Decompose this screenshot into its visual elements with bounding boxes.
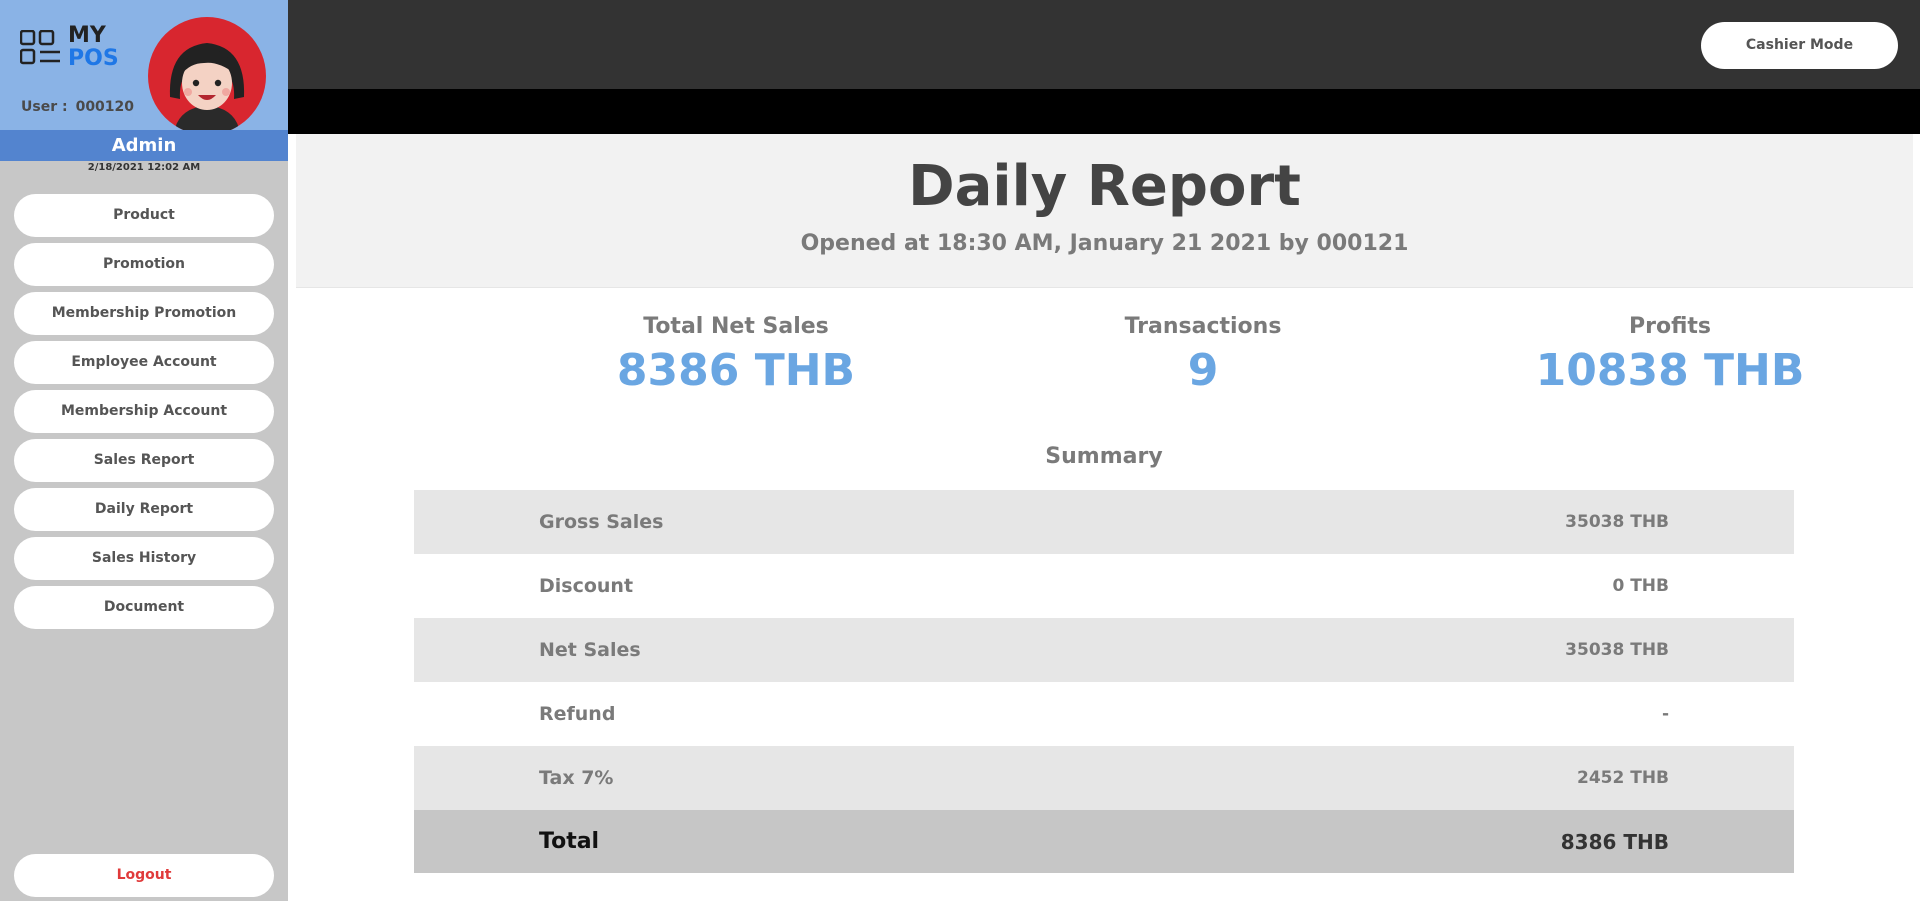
summary-row-total: Total 8386 THB	[414, 810, 1794, 873]
sidebar: MY POS User : 000120 Admin 2/18/2021 12:0…	[0, 0, 288, 901]
sidebar-nav: Product Promotion Membership Promotion E…	[14, 194, 274, 635]
sidebar-item-sales-history[interactable]: Sales History	[14, 537, 274, 580]
summary-label: Refund	[539, 703, 616, 725]
stat-value: 10838 THB	[1535, 345, 1805, 396]
summary-label: Gross Sales	[539, 511, 664, 533]
summary-value: 0 THB	[1612, 576, 1669, 596]
user-label: User :	[21, 99, 68, 115]
report-header: Daily Report Opened at 18:30 AM, January…	[296, 134, 1913, 288]
user-id-line: User : 000120	[21, 99, 134, 115]
summary-value: 35038 THB	[1565, 640, 1669, 660]
current-datetime: 2/18/2021 12:02 AM	[87, 162, 201, 173]
stat-value: 9	[1187, 345, 1219, 396]
sidebar-item-document[interactable]: Document	[14, 586, 274, 629]
stats-row: Total Net Sales 8386 THB Transactions 9 …	[288, 314, 1920, 414]
logout-button[interactable]: Logout	[14, 854, 274, 897]
stat-profits: Profits 10838 THB	[1490, 314, 1850, 396]
stat-label: Profits	[1628, 314, 1711, 339]
logo-my: MY	[68, 23, 106, 48]
role-bar: Admin	[0, 130, 288, 161]
summary-row-net-sales: Net Sales 35038 THB	[414, 618, 1794, 682]
summary-label: Discount	[539, 575, 634, 597]
summary-value: 35038 THB	[1565, 512, 1669, 532]
user-id: 000120	[75, 99, 135, 115]
report-content: Daily Report Opened at 18:30 AM, January…	[288, 134, 1920, 901]
summary-label: Net Sales	[539, 639, 641, 661]
logo-pos: POS	[68, 46, 119, 71]
sidebar-item-promotion[interactable]: Promotion	[14, 243, 274, 286]
logo-text: MY POS	[68, 24, 119, 70]
stat-label: Total Net Sales	[643, 314, 829, 339]
summary-value: 2452 THB	[1576, 768, 1669, 788]
top-bar: Cashier Mode	[288, 0, 1920, 89]
sidebar-item-membership-account[interactable]: Membership Account	[14, 390, 274, 433]
brand-panel: MY POS User : 000120	[0, 0, 288, 135]
stat-value: 8386 THB	[616, 345, 856, 396]
summary-row-discount: Discount 0 THB	[414, 554, 1794, 618]
page-title: Daily Report	[908, 154, 1301, 219]
summary-value: -	[1661, 704, 1669, 724]
summary-row-refund: Refund -	[414, 682, 1794, 746]
sidebar-item-daily-report[interactable]: Daily Report	[14, 488, 274, 531]
sidebar-item-product[interactable]: Product	[14, 194, 274, 237]
summary-label: Tax 7%	[539, 767, 614, 789]
avatar-face-icon	[169, 43, 245, 135]
summary-label: Total	[539, 829, 600, 854]
stat-total-net-sales: Total Net Sales 8386 THB	[556, 314, 916, 396]
sidebar-item-membership-promotion[interactable]: Membership Promotion	[14, 292, 274, 335]
stat-transactions: Transactions 9	[1023, 314, 1383, 396]
avatar[interactable]	[148, 17, 266, 135]
summary-row-gross-sales: Gross Sales 35038 THB	[414, 490, 1794, 554]
stat-label: Transactions	[1124, 314, 1282, 339]
summary-table: Gross Sales 35038 THB Discount 0 THB Net…	[414, 490, 1794, 873]
report-subtitle: Opened at 18:30 AM, January 21 2021 by 0…	[800, 231, 1409, 256]
summary-value: 8386 THB	[1560, 829, 1669, 854]
summary-row-tax: Tax 7% 2452 THB	[414, 746, 1794, 810]
top-divider-bar	[288, 89, 1920, 134]
summary-heading: Summary	[1045, 444, 1163, 469]
sidebar-item-sales-report[interactable]: Sales Report	[14, 439, 274, 482]
cashier-mode-button[interactable]: Cashier Mode	[1701, 22, 1898, 69]
sidebar-item-employee-account[interactable]: Employee Account	[14, 341, 274, 384]
pos-logo-icon	[20, 30, 60, 65]
